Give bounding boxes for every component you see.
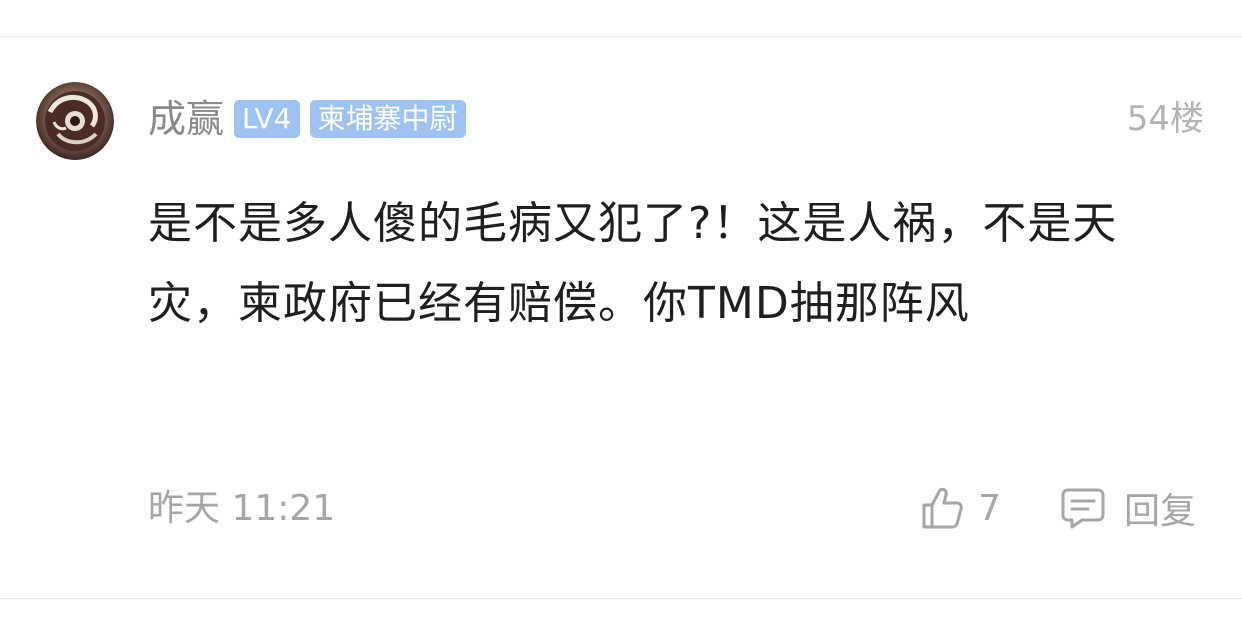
reply-label: 回复 [1124, 491, 1197, 532]
comment-text: 是不是多人傻的毛病又犯了?！这是人祸，不是天灾，柬政府已经有赔偿。你TMD抽那阵… [148, 198, 1118, 329]
like-button[interactable]: 7 [920, 482, 1001, 534]
ornament-avatar-icon [36, 82, 114, 160]
author-name[interactable]: 成赢 [148, 96, 224, 142]
avatar[interactable] [36, 82, 114, 160]
timestamp: 昨天 11:21 [148, 488, 336, 529]
author-info: 成赢 LV4 柬埔寨中尉 [148, 96, 466, 142]
title-badge: 柬埔寨中尉 [309, 100, 466, 138]
level-badge: LV4 [234, 100, 300, 138]
top-divider [0, 36, 1242, 37]
reply-button[interactable]: 回复 [1060, 482, 1196, 534]
bottom-divider [0, 598, 1242, 599]
thumbs-up-icon [922, 487, 963, 529]
comment-bubble-icon [1061, 488, 1105, 529]
like-count: 7 [978, 487, 1001, 529]
floor-number: 54楼 [1126, 99, 1204, 139]
